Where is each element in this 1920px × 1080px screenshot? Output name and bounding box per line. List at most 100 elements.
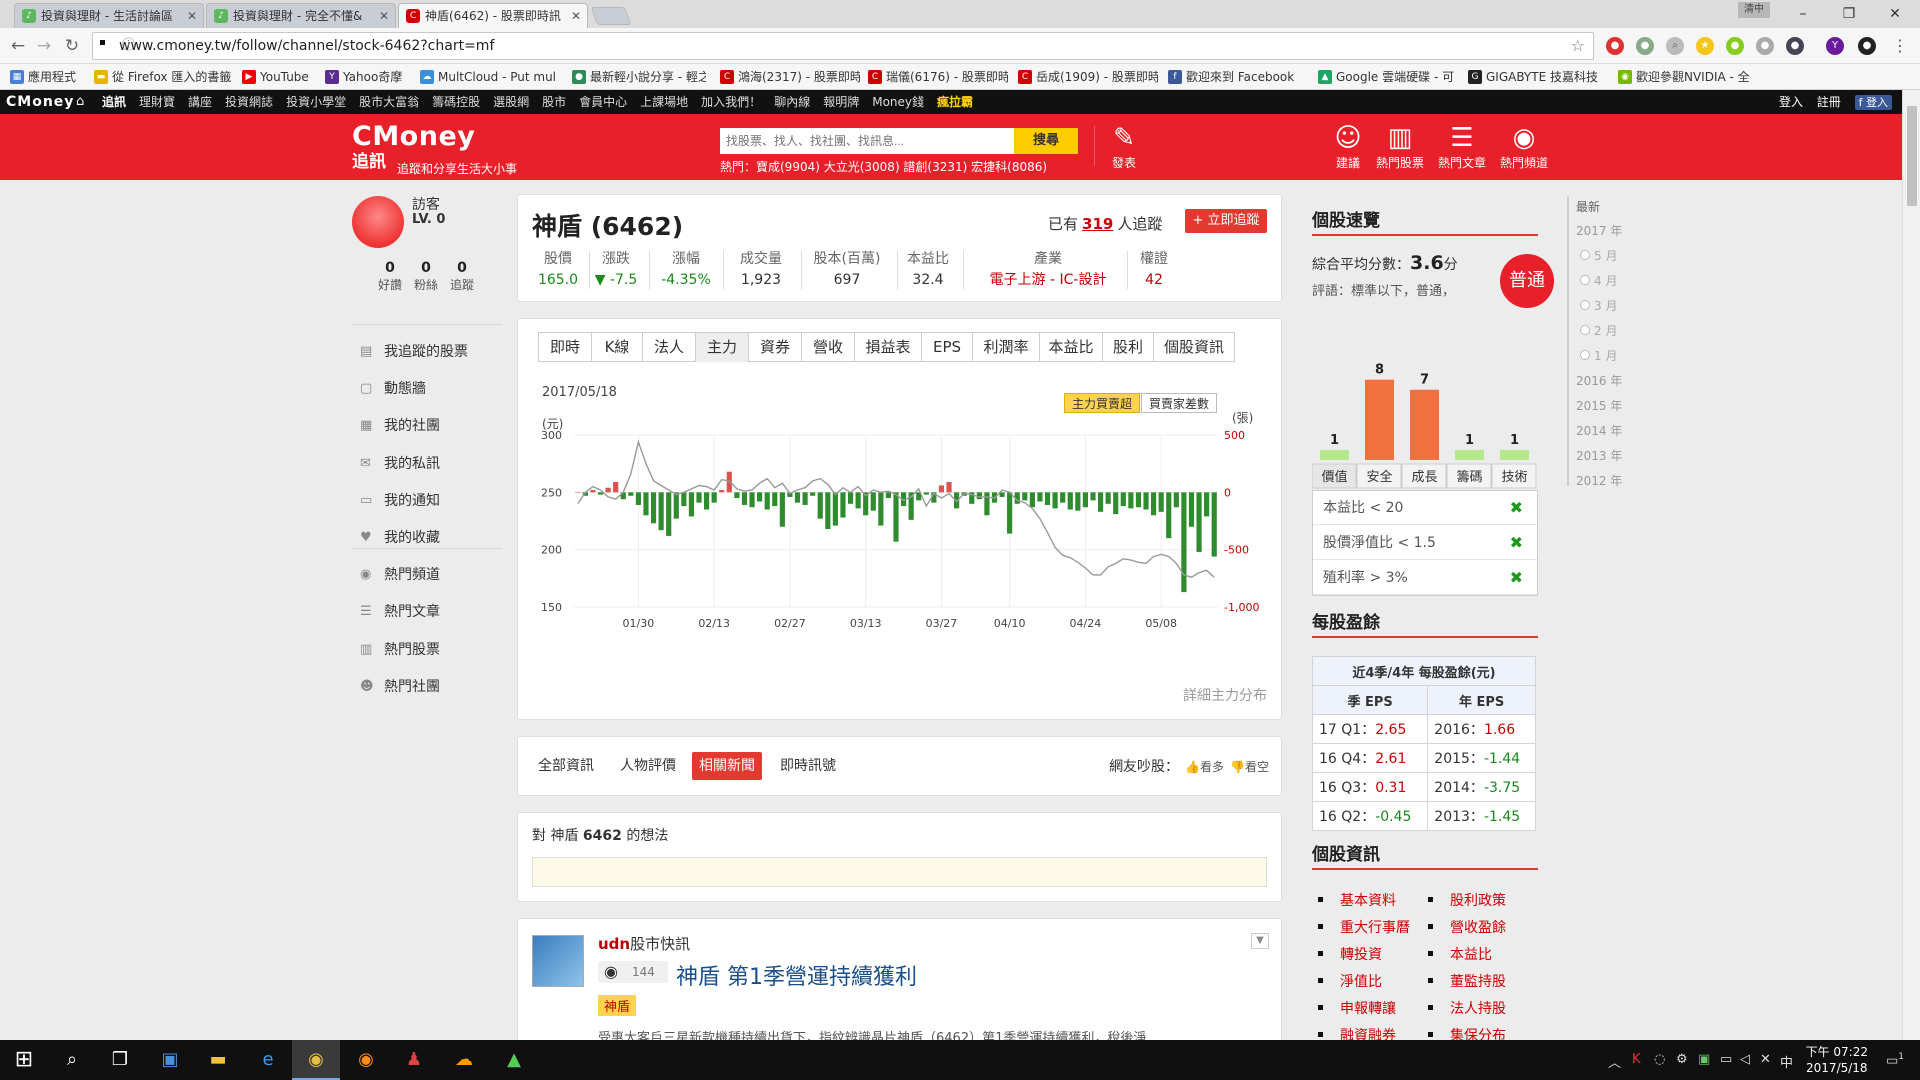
browser-tab-active[interactable]: C 神盾(6462) - 股票即時訊 ✕ bbox=[398, 3, 588, 28]
bookmark-stock[interactable]: C 岳成(1909) - 股票即時 bbox=[1018, 68, 1158, 86]
news-tab[interactable]: 相關新聞 bbox=[692, 752, 762, 780]
bear-button[interactable]: 👎看空 bbox=[1230, 760, 1269, 774]
bookmark-stock[interactable]: C 瑞儀(6176) - 股票即時 bbox=[868, 68, 1008, 86]
timeline-year[interactable]: 2016 年 bbox=[1576, 372, 1622, 389]
left-nav-item[interactable]: ▢ 動態牆 bbox=[360, 377, 426, 401]
app-icon[interactable]: ▲ bbox=[490, 1040, 538, 1080]
chart-tab[interactable]: 損益表 bbox=[854, 332, 922, 362]
timeline-year[interactable]: 2015 年 bbox=[1576, 397, 1622, 414]
chart-tab[interactable]: 營收 bbox=[801, 332, 855, 362]
stock-info-link[interactable]: 股利政策 bbox=[1428, 890, 1506, 910]
info-icon[interactable]: ⓘ bbox=[100, 33, 135, 59]
news-tab[interactable]: 全部資訊 bbox=[538, 752, 594, 780]
forward-icon[interactable]: → bbox=[32, 34, 56, 58]
timeline-month[interactable]: 1 月 bbox=[1580, 347, 1617, 364]
timeline-month[interactable]: 4 月 bbox=[1580, 272, 1617, 289]
browser-tab[interactable]: ♪ 投資與理財 - 生活討論區 ✕ bbox=[14, 3, 204, 28]
bookmark-gdrive[interactable]: ▲ Google 雲端硬碟 - 可 bbox=[1318, 68, 1458, 86]
site-nav-item[interactable]: 選股網 bbox=[493, 95, 529, 109]
stock-info-link[interactable]: 營收盈餘 bbox=[1428, 917, 1506, 937]
brand[interactable]: CMoney 追訊 追蹤和分享生活大小事 bbox=[352, 122, 517, 177]
follow-button[interactable]: + 立即追蹤 bbox=[1185, 209, 1267, 233]
stat-fans[interactable]: 0 粉絲 bbox=[406, 260, 446, 293]
site-nav-item[interactable]: 報明牌 bbox=[823, 95, 859, 109]
stock-info-link[interactable]: 淨值比 bbox=[1318, 971, 1382, 991]
volume-icon[interactable]: ◁ bbox=[1740, 1052, 1750, 1067]
bookmark-star-icon[interactable]: ☆ bbox=[1571, 33, 1585, 59]
minimize-icon[interactable]: – bbox=[1780, 0, 1826, 28]
search-button[interactable]: 搜尋 bbox=[1014, 128, 1078, 154]
bookmark-youtube[interactable]: ▶ YouTube bbox=[242, 68, 309, 86]
stock-kv-7[interactable]: 權證 42 bbox=[1134, 249, 1174, 291]
zoom-icon[interactable]: ⌕ bbox=[1666, 37, 1684, 55]
news-tab[interactable]: 人物評價 bbox=[620, 752, 676, 780]
site-nav-item[interactable]: 聊內線 bbox=[774, 95, 810, 109]
tray-app-icon[interactable]: ▣ bbox=[1698, 1052, 1710, 1067]
site-nav-item-highlight[interactable]: 瘋拉霸 bbox=[937, 95, 973, 109]
stock-info-link[interactable]: 法人持股 bbox=[1428, 998, 1506, 1018]
stat-following[interactable]: 0 追蹤 bbox=[442, 260, 482, 293]
timeline-year[interactable]: 2013 年 bbox=[1576, 447, 1622, 464]
bookmark-gigabyte[interactable]: G GIGABYTE 技嘉科技 bbox=[1468, 68, 1608, 86]
app-icon[interactable]: ♟ bbox=[390, 1040, 438, 1080]
news-tab[interactable]: 即時訊號 bbox=[780, 752, 836, 780]
header-suggest[interactable]: ☺ 建議 bbox=[1320, 122, 1376, 171]
extension-icon[interactable]: ● bbox=[1726, 37, 1744, 55]
cmoney-logo[interactable]: CMoney bbox=[6, 90, 74, 114]
legend-buyer-seller-diff[interactable]: 買賣家差數 bbox=[1141, 393, 1217, 413]
profile-badge[interactable]: 清中 bbox=[1738, 2, 1770, 18]
bookmark-novel[interactable]: ● 最新輕小說分享 - 輕之 bbox=[572, 68, 706, 86]
site-nav-item[interactable]: 追訊 bbox=[102, 95, 126, 109]
stock-info-link[interactable]: 重大行事曆 bbox=[1318, 917, 1410, 937]
chrome-icon[interactable]: ◉ bbox=[292, 1040, 340, 1080]
tray-app-icon[interactable]: ◌ bbox=[1654, 1052, 1665, 1067]
task-view-icon[interactable]: ❐ bbox=[96, 1040, 144, 1080]
site-nav-item[interactable]: 籌碼控股 bbox=[432, 95, 480, 109]
site-nav-item[interactable]: 投資網誌 bbox=[225, 95, 273, 109]
chart-tab[interactable]: EPS bbox=[921, 332, 973, 362]
bookmark-facebook[interactable]: f 歡迎來到 Facebook bbox=[1168, 68, 1308, 86]
stat-likes[interactable]: 0 好讚 bbox=[370, 260, 410, 293]
firefox-icon[interactable]: ◉ bbox=[342, 1040, 390, 1080]
site-nav-item[interactable]: 加入我們！ bbox=[701, 95, 761, 109]
file-explorer-icon[interactable]: ▬ bbox=[194, 1040, 242, 1080]
close-tab-icon[interactable]: ✕ bbox=[379, 4, 389, 28]
close-window-icon[interactable]: ✕ bbox=[1872, 0, 1918, 28]
stock-info-link[interactable]: 本益比 bbox=[1428, 944, 1492, 964]
timeline-month[interactable]: 3 月 bbox=[1580, 297, 1617, 314]
chart-tab[interactable]: 個股資訊 bbox=[1153, 332, 1235, 362]
avatar[interactable] bbox=[352, 196, 404, 248]
extension-icon[interactable]: ● bbox=[1858, 37, 1876, 55]
hot-stocks[interactable]: 熱門：寶成(9904) 大立光(3008) 譜創(3231) 宏捷科(8086) bbox=[720, 158, 1047, 175]
chart-tab[interactable]: 股利 bbox=[1102, 332, 1154, 362]
bookmark-yahoo[interactable]: Y Yahoo奇摩 bbox=[325, 68, 402, 86]
bookmark-stock[interactable]: C 鴻海(2317) - 股票即時 bbox=[720, 68, 860, 86]
site-nav-item[interactable]: Money錢 bbox=[872, 95, 924, 109]
timeline-month[interactable]: 2 月 bbox=[1580, 322, 1617, 339]
scrollbar-thumb[interactable] bbox=[1907, 106, 1917, 206]
stock-tag[interactable]: 神盾 bbox=[598, 995, 637, 1016]
site-nav-item[interactable]: 投資小學堂 bbox=[286, 95, 346, 109]
app-icon[interactable]: ☁ bbox=[440, 1040, 488, 1080]
bookmark-multcloud[interactable]: ☁ MultCloud - Put mul bbox=[420, 68, 560, 86]
site-nav-item[interactable]: 講座 bbox=[188, 95, 212, 109]
chart-tab[interactable]: 資券 bbox=[748, 332, 802, 362]
browser-tab[interactable]: ♪ 投資與理財 - 完全不懂& ✕ bbox=[206, 3, 396, 28]
chart-tab[interactable]: 即時 bbox=[538, 332, 592, 362]
yahoo-icon[interactable]: Y bbox=[1826, 37, 1844, 55]
chart-tab[interactable]: 利潤率 bbox=[972, 332, 1040, 362]
close-tab-icon[interactable]: ✕ bbox=[571, 4, 581, 28]
left-nav-item[interactable]: ✉ 我的私訊 bbox=[360, 452, 440, 476]
bull-button[interactable]: 👍看多 bbox=[1185, 760, 1224, 774]
left-nav-item[interactable]: ☻ 熱門社團 bbox=[360, 675, 440, 699]
left-nav-item[interactable]: ▭ 我的通知 bbox=[360, 489, 440, 513]
post-source[interactable]: udn股市快訊 bbox=[598, 933, 690, 954]
timeline-latest[interactable]: 最新 bbox=[1576, 198, 1600, 215]
stock-info-link[interactable]: 基本資料 bbox=[1318, 890, 1396, 910]
left-nav-item[interactable]: ▦ 我的社團 bbox=[360, 414, 440, 438]
ime-icon[interactable]: 中 bbox=[1780, 1052, 1793, 1071]
timeline-month[interactable]: 5 月 bbox=[1580, 247, 1617, 264]
left-nav-item[interactable]: ▥ 熱門股票 bbox=[360, 638, 440, 662]
extension-icon[interactable]: ● bbox=[1756, 37, 1774, 55]
media-player-icon[interactable]: ▣ bbox=[146, 1040, 194, 1080]
